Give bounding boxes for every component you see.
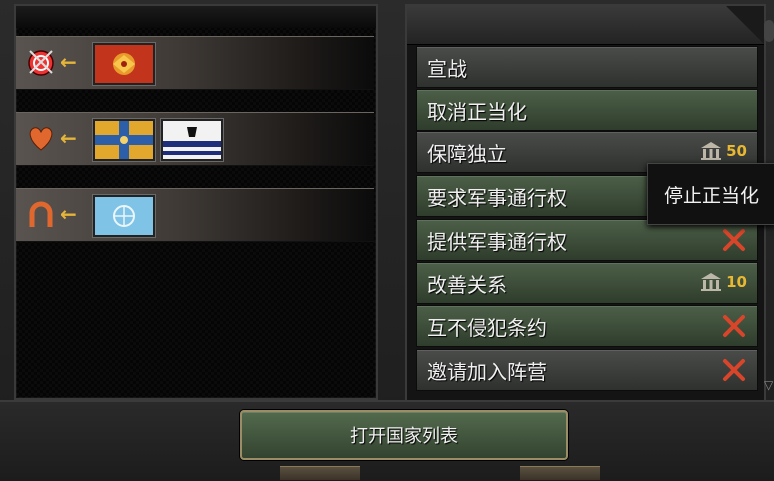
action-button[interactable]: 提供军事通行权 [416,219,758,261]
political-power-icon [701,273,722,291]
header-corner [726,6,764,44]
action-label: 要求军事通行权 [427,185,567,210]
action-label: 保障独立 [427,141,507,166]
action-button[interactable]: 宣战 [416,46,758,88]
red-imperial-eagle-flag[interactable] [93,43,155,85]
cost-value: 10 [726,273,747,291]
diplomacy-window: ← ← ← 宣战 取消正当化 保障独立 50 要求军事通行权 提供军事通行权 改… [0,0,774,481]
cost-indicator: 50 [700,141,747,161]
relations-panel: ← ← ← [14,4,378,400]
relation-row-favor: ← [16,112,374,166]
bottom-ornament-left [280,466,360,480]
action-button[interactable]: 改善关系 10 [416,262,758,304]
action-label: 取消正当化 [427,99,527,124]
blue-yellow-cross-flag[interactable] [93,119,155,161]
arrow-left-icon: ← [60,126,77,150]
arrow-left-icon: ← [60,202,77,226]
action-button[interactable]: 取消正当化 [416,89,758,131]
unavailable-x-icon [723,229,745,251]
cost-value: 50 [726,142,747,160]
unavailable-x-icon [723,315,745,337]
arrow-left-icon: ← [60,50,77,74]
unavailable-x-icon [723,359,745,381]
action-label: 宣战 [427,56,467,81]
actions-header [407,6,764,45]
heart-icon [26,123,56,153]
action-label: 改善关系 [427,272,507,297]
action-label: 互不侵犯条约 [427,315,547,340]
attack-target-icon [26,47,56,77]
bottom-ornament-right [520,466,600,480]
relation-row-attack: ← [16,36,374,90]
panel-top-strip [16,6,376,28]
relation-row-horseshoe: ← [16,188,374,242]
action-button[interactable]: 邀请加入阵营 [416,349,758,391]
action-label: 提供军事通行权 [427,229,567,254]
scroll-down-icon[interactable]: ▽ [764,378,774,396]
cost-indicator: 10 [700,272,747,292]
action-button[interactable]: 互不侵犯条约 [416,305,758,347]
scrollbar-up[interactable] [764,20,774,42]
white-black-blue-flag[interactable] [161,119,223,161]
political-power-icon [701,142,722,160]
action-tooltip: 停止正当化 [647,163,774,225]
open-country-list-button[interactable]: 打开国家列表 [240,410,568,460]
action-label: 邀请加入阵营 [427,359,547,384]
light-blue-globe-flag[interactable] [93,195,155,237]
horseshoe-icon [26,199,56,229]
